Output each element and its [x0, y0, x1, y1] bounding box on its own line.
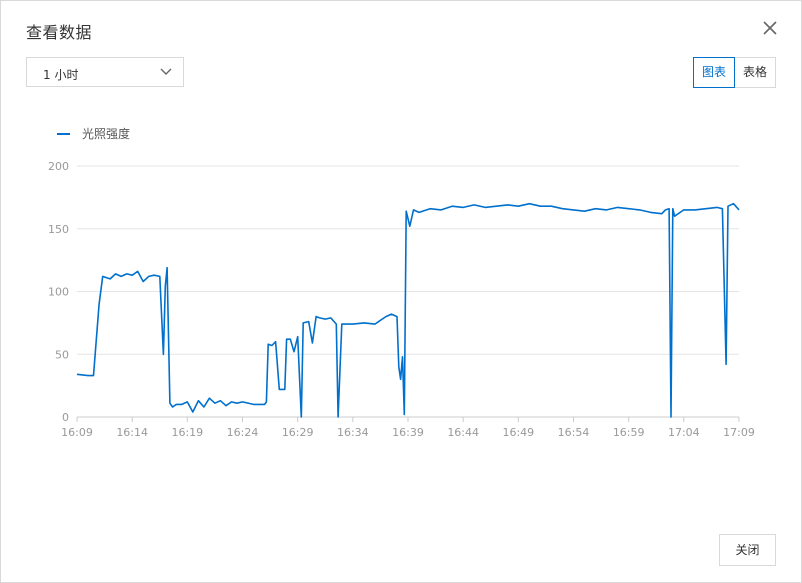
y-tick-label: 100	[48, 286, 69, 299]
y-tick-label: 50	[55, 348, 69, 361]
x-tick-label: 17:04	[668, 426, 700, 439]
y-tick-label: 0	[62, 411, 69, 424]
legend-swatch	[57, 132, 70, 135]
time-range-value: 1 小时	[43, 68, 79, 82]
close-icon[interactable]	[761, 19, 779, 37]
x-tick-label: 16:34	[337, 426, 369, 439]
chevron-down-icon	[159, 66, 173, 80]
y-tick-label: 200	[48, 160, 69, 173]
x-tick-label: 16:29	[282, 426, 314, 439]
x-tick-label: 16:39	[392, 426, 424, 439]
time-range-select[interactable]: 1 小时	[26, 57, 184, 87]
line-chart: 0 50 100 150 200 16:09 16:14 16:19 16:24 16:29 16:…	[48, 160, 755, 439]
view-toggle: 图表 表格	[692, 57, 776, 88]
x-tick-label: 17:09	[723, 426, 755, 439]
chart-legend[interactable]: 光照强度	[57, 125, 130, 142]
x-tick-label: 16:19	[171, 426, 203, 439]
x-tick-label: 16:54	[558, 426, 590, 439]
dialog-title: 查看数据	[26, 23, 93, 42]
chart-view-button[interactable]: 图表	[692, 57, 735, 88]
x-tick-label: 16:59	[613, 426, 645, 439]
x-tick-label: 16:24	[227, 426, 259, 439]
x-tick-label: 16:14	[116, 426, 148, 439]
x-tick-label: 16:44	[447, 426, 479, 439]
table-view-button[interactable]: 表格	[734, 57, 776, 88]
data-dialog: 查看数据 1 小时 图表 表格 光照强度 0 50 100 150 200 16:09 16…	[0, 0, 802, 583]
legend-label: 光照强度	[82, 127, 131, 141]
chart-area: 0 50 100 150 200 16:09 16:14 16:19 16:24 16:29 16:…	[1, 151, 781, 455]
x-tick-label: 16:09	[61, 426, 93, 439]
series-line	[76, 202, 740, 418]
y-tick-label: 150	[48, 223, 69, 236]
x-tick-label: 16:49	[502, 426, 534, 439]
footer-close-button[interactable]: 关闭	[719, 534, 776, 566]
